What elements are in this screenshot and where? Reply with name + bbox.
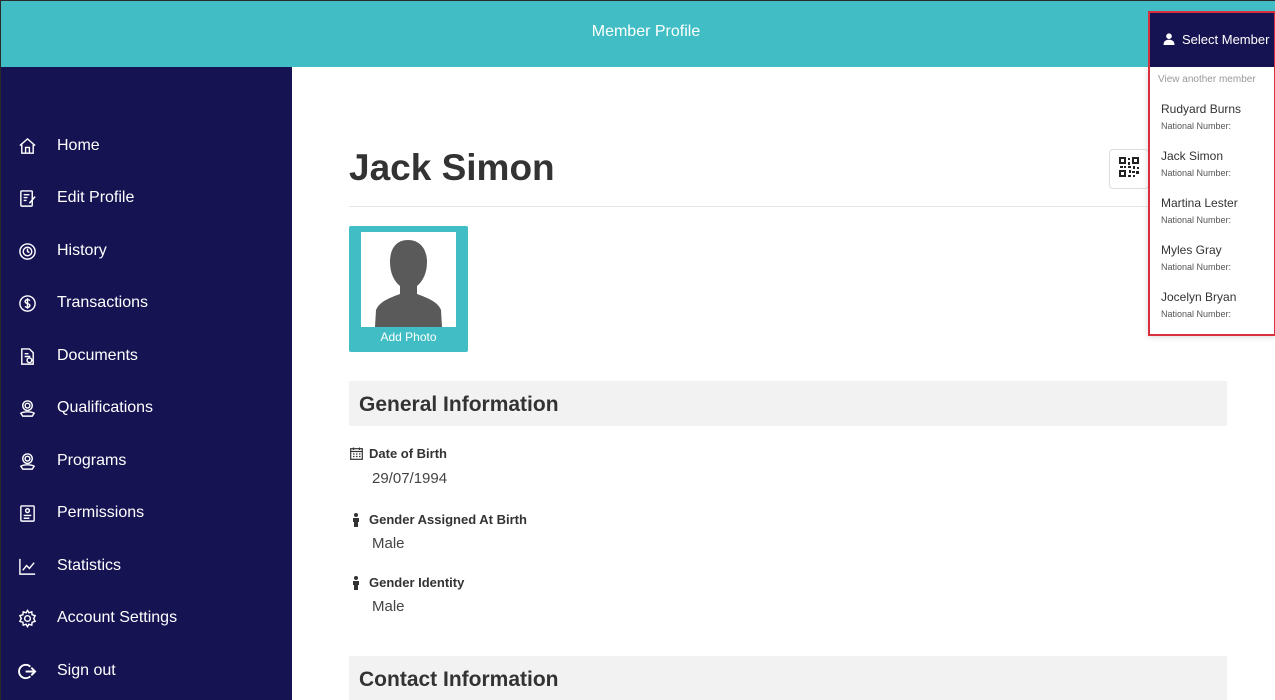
sidebar-item-label: Qualifications bbox=[57, 399, 154, 416]
divider bbox=[349, 206, 1227, 207]
gender-birth-value: Male bbox=[372, 535, 405, 552]
member-dropdown: View another member Rudyard Burns Nation… bbox=[1148, 67, 1275, 335]
sidebar-item-transactions[interactable]: Transactions bbox=[17, 289, 148, 317]
sidebar-item-label: Programs bbox=[57, 452, 127, 469]
member-option[interactable]: Martina Lester National Number: bbox=[1148, 196, 1275, 236]
documents-icon bbox=[17, 346, 37, 366]
edit-profile-icon bbox=[17, 188, 37, 208]
add-photo-button[interactable]: Add Photo bbox=[349, 226, 468, 352]
national-number-label: National Number: bbox=[1161, 121, 1232, 131]
qr-code-icon bbox=[1118, 156, 1140, 183]
sidebar-item-label: Permissions bbox=[57, 504, 145, 521]
national-number-label: National Number: bbox=[1161, 309, 1232, 319]
avatar-silhouette-icon bbox=[375, 240, 442, 327]
member-option[interactable]: Rudyard Burns National Number: bbox=[1148, 102, 1275, 142]
calendar-icon bbox=[349, 447, 363, 461]
sidebar-item-label: Edit Profile bbox=[57, 189, 135, 206]
select-member-button[interactable]: Select Member bbox=[1148, 11, 1275, 67]
gear-icon bbox=[17, 608, 37, 628]
sidebar-item-history[interactable]: History bbox=[17, 237, 107, 265]
select-member-label: Select Member bbox=[1182, 31, 1270, 47]
programs-icon bbox=[17, 451, 37, 471]
section-title: General Information bbox=[359, 393, 559, 416]
sidebar-item-label: Account Settings bbox=[57, 609, 178, 626]
sidebar-item-permissions[interactable]: Permissions bbox=[17, 499, 144, 527]
sidebar-item-label: Documents bbox=[57, 347, 138, 364]
add-photo-label: Add Photo bbox=[380, 330, 437, 344]
dob-value: 29/07/1994 bbox=[372, 470, 448, 487]
member-name: Jack Simon bbox=[349, 147, 555, 188]
member-option[interactable]: Jack Simon National Number: bbox=[1148, 149, 1275, 189]
qr-code-button[interactable] bbox=[1109, 149, 1149, 189]
permissions-icon bbox=[17, 503, 37, 523]
member-name-label: Jocelyn Bryan bbox=[1161, 290, 1237, 304]
national-number-label: National Number: bbox=[1161, 262, 1232, 272]
sidebar-item-label: Statistics bbox=[57, 557, 122, 574]
avatar bbox=[361, 232, 456, 327]
sidebar-item-documents[interactable]: Documents bbox=[17, 342, 138, 370]
sidebar-item-label: Sign out bbox=[57, 662, 116, 679]
dob-label: Date of Birth bbox=[349, 446, 447, 461]
home-icon bbox=[17, 136, 37, 156]
male-icon bbox=[349, 512, 363, 527]
general-information-header: General Information bbox=[349, 381, 1227, 426]
member-name-label: Martina Lester bbox=[1161, 196, 1238, 210]
user-icon bbox=[1163, 32, 1176, 46]
sidebar-item-home[interactable]: Home bbox=[17, 132, 100, 160]
history-icon bbox=[17, 241, 37, 261]
member-option[interactable]: Jocelyn Bryan National Number: bbox=[1148, 290, 1275, 330]
member-option[interactable]: Myles Gray National Number: bbox=[1148, 243, 1275, 283]
gender-birth-label: Gender Assigned At Birth bbox=[349, 512, 527, 527]
sidebar: Home Edit Profile History Transactions D… bbox=[1, 67, 292, 700]
top-bar: Member Profile bbox=[1, 1, 1275, 67]
dollar-icon bbox=[17, 293, 37, 313]
dropdown-heading: View another member bbox=[1158, 74, 1256, 85]
gender-identity-value: Male bbox=[372, 598, 405, 615]
contact-information-header: Contact Information bbox=[349, 656, 1227, 700]
sign-out-icon bbox=[17, 661, 37, 681]
sidebar-item-label: Home bbox=[57, 137, 100, 154]
app-window: Member Profile Home Edit Profile History… bbox=[0, 0, 1275, 700]
member-name-label: Jack Simon bbox=[1161, 149, 1224, 163]
national-number-label: National Number: bbox=[1161, 215, 1232, 225]
sidebar-item-label: Transactions bbox=[57, 294, 148, 311]
member-name-label: Rudyard Burns bbox=[1161, 102, 1242, 116]
gender-identity-label: Gender Identity bbox=[349, 575, 464, 590]
main-content: Jack Simon Add Photo General Information… bbox=[292, 67, 1275, 700]
sidebar-item-statistics[interactable]: Statistics bbox=[17, 552, 121, 580]
qualifications-icon bbox=[17, 398, 37, 418]
section-title: Contact Information bbox=[359, 668, 559, 691]
male-icon bbox=[349, 575, 363, 590]
sidebar-item-account-settings[interactable]: Account Settings bbox=[17, 604, 177, 632]
page-title: Member Profile bbox=[591, 23, 701, 40]
member-name-label: Myles Gray bbox=[1161, 243, 1222, 257]
sidebar-item-edit-profile[interactable]: Edit Profile bbox=[17, 184, 134, 212]
sidebar-item-label: History bbox=[57, 242, 107, 259]
sidebar-item-sign-out[interactable]: Sign out bbox=[17, 657, 116, 685]
sidebar-item-programs[interactable]: Programs bbox=[17, 447, 126, 475]
statistics-icon bbox=[17, 556, 37, 576]
sidebar-item-qualifications[interactable]: Qualifications bbox=[17, 394, 153, 422]
national-number-label: National Number: bbox=[1161, 168, 1232, 178]
